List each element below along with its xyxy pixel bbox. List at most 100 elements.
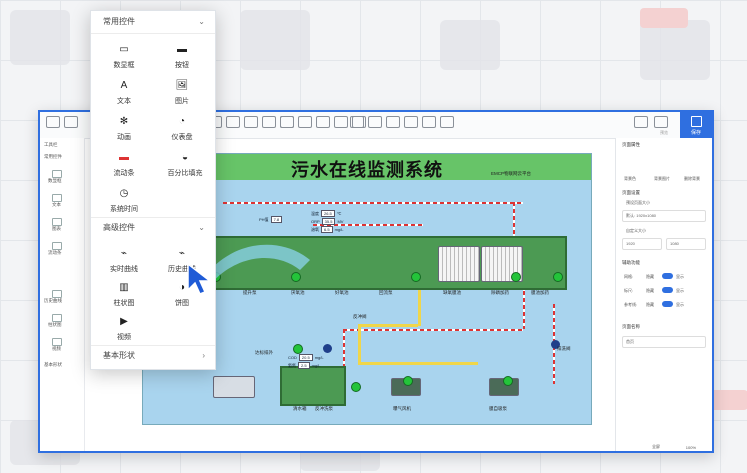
- rail-item[interactable]: 工具栏: [44, 142, 58, 148]
- tank-label: 缺氧膜池: [443, 290, 461, 295]
- size-select[interactable]: 默认: 1920x1080: [622, 210, 706, 222]
- status-indicator: [293, 344, 303, 354]
- readout-temp: 温度 26.5 ℃: [311, 210, 341, 217]
- align-top-icon[interactable]: [244, 116, 258, 128]
- align-right-icon[interactable]: [226, 116, 240, 128]
- item-display-box[interactable]: ▭ 数显框: [99, 43, 149, 70]
- history-curve-icon[interactable]: [52, 290, 62, 298]
- bg-image-button[interactable]: 背景图片: [654, 176, 670, 182]
- preset-size-radio[interactable]: 预设页面大小: [626, 200, 650, 206]
- tanker-truck[interactable]: [213, 376, 255, 398]
- rail-item[interactable]: 基本形状: [44, 362, 62, 368]
- item-realtime-curve[interactable]: ⌁ 实时曲线: [99, 247, 149, 274]
- grid-hide: 隐藏: [646, 274, 654, 279]
- guide-toggle[interactable]: [662, 301, 673, 307]
- align-middle-icon[interactable]: [262, 116, 276, 128]
- copy-icon[interactable]: [64, 116, 78, 128]
- display-box-icon[interactable]: [52, 170, 62, 178]
- ungroup-icon[interactable]: [298, 116, 312, 128]
- group-icon[interactable]: [280, 116, 294, 128]
- realtime-curve-icon: ⌁: [120, 248, 128, 259]
- readout-value: 2.5: [298, 362, 310, 369]
- item-label: 图片: [175, 98, 189, 105]
- rail-item[interactable]: 图表: [52, 226, 61, 232]
- basic-shapes-title: 基本形状: [103, 351, 135, 360]
- redo-icon[interactable]: [368, 116, 382, 128]
- properties-panel: 页面属性 背景色 背景图片 删除背景 页面设置 预设页面大小 默认: 1920x…: [615, 138, 712, 451]
- membrane-module[interactable]: [438, 246, 480, 282]
- item-percent-fill[interactable]: ◒ 百分比填充: [157, 151, 213, 178]
- readout-label: COD: [288, 355, 297, 360]
- grid-toggle[interactable]: [662, 273, 673, 279]
- clean-water-tank[interactable]: [280, 366, 346, 406]
- item-video[interactable]: ▶ 视频: [99, 315, 149, 342]
- background-tile: [240, 10, 310, 70]
- item-bar-chart[interactable]: ▥ 柱状图: [99, 281, 149, 308]
- item-image[interactable]: 🖼 图片: [157, 79, 207, 106]
- help-icon[interactable]: [440, 116, 454, 128]
- chart-icon[interactable]: [52, 218, 62, 226]
- preview-icon[interactable]: [654, 116, 668, 128]
- ruler-toggle[interactable]: [662, 287, 673, 293]
- common-controls-title: 常用控件: [103, 17, 135, 26]
- item-animation[interactable]: ✻ 动画: [99, 115, 149, 142]
- rail-item[interactable]: 历史曲线: [44, 298, 62, 304]
- basic-shapes-header[interactable]: 基本形状 ›: [91, 345, 215, 367]
- item-label: 系统时间: [110, 206, 138, 213]
- settings-icon[interactable]: [634, 116, 648, 128]
- advanced-controls-header[interactable]: 高级控件 ⌄: [91, 217, 215, 239]
- pointer-icon[interactable]: [46, 116, 60, 128]
- fullscreen-button[interactable]: 全屏: [652, 444, 660, 450]
- delete-bg-button[interactable]: 删除背景: [684, 176, 700, 182]
- rail-item[interactable]: 常用控件: [44, 154, 62, 160]
- rail-item[interactable]: 数显框: [48, 178, 62, 184]
- pipe: [523, 284, 525, 329]
- ruler-label: 标尺:: [624, 288, 634, 293]
- undo-icon[interactable]: [350, 116, 364, 128]
- height-input[interactable]: 1080: [666, 238, 706, 250]
- properties-header: 页面属性: [622, 142, 640, 147]
- send-back-icon[interactable]: [334, 116, 348, 128]
- save-button[interactable]: 保存: [680, 112, 712, 138]
- rail-item[interactable]: 柱状图: [48, 322, 62, 328]
- grid-label: 网格:: [624, 274, 634, 279]
- flow-bar-icon[interactable]: [52, 242, 62, 250]
- left-rail: 工具栏 常用控件 数显框 文本 图表 流动条 历史曲线 柱状图 视频 基本形状: [40, 138, 85, 451]
- image-icon: 🖼: [175, 80, 189, 91]
- item-gauge[interactable]: ◔ 仪表盘: [157, 115, 207, 142]
- page-name-input[interactable]: 首页: [622, 336, 706, 348]
- delete-icon[interactable]: [386, 116, 400, 128]
- background-tile: [640, 8, 688, 28]
- rail-item[interactable]: 文本: [52, 202, 61, 208]
- common-controls-header[interactable]: 常用控件 ⌄: [91, 11, 215, 33]
- canvas-subtitle: EMCP物联网云平台: [490, 171, 531, 176]
- rail-item[interactable]: 流动条: [48, 250, 62, 256]
- button-icon: ▬: [177, 44, 187, 55]
- preview-label: 预览: [660, 130, 668, 135]
- gauge-icon: ◔: [178, 116, 186, 127]
- item-flow-bar[interactable]: ▬ 流动条: [99, 151, 149, 178]
- width-input[interactable]: 1920: [622, 238, 662, 250]
- chevron-right-icon: ›: [202, 351, 205, 360]
- bg-color-button[interactable]: 背景色: [624, 176, 636, 182]
- tank-label: 好氧池: [335, 290, 349, 295]
- save-icon: [690, 116, 702, 127]
- bar-chart-icon: ▥: [119, 282, 129, 293]
- toolbar-group-history: [350, 116, 454, 128]
- video-icon[interactable]: [52, 338, 62, 346]
- custom-size-radio[interactable]: 自定义大小: [626, 228, 646, 234]
- animation-icon: ✻: [119, 116, 129, 127]
- cut-icon[interactable]: [404, 116, 418, 128]
- paste-icon[interactable]: [422, 116, 436, 128]
- bring-front-icon[interactable]: [316, 116, 330, 128]
- pipe: [418, 284, 421, 326]
- grid-show: 显示: [676, 274, 684, 279]
- rail-item[interactable]: 视频: [52, 346, 61, 352]
- item-system-time[interactable]: ◷ 系统时间: [99, 187, 149, 214]
- bar-chart-icon[interactable]: [52, 314, 62, 322]
- tank-label: 反冲洗泵: [315, 406, 333, 411]
- item-text[interactable]: A 文本: [99, 79, 149, 106]
- readout-label: PH值: [259, 217, 269, 222]
- item-button[interactable]: ▬ 按钮: [157, 43, 207, 70]
- text-icon[interactable]: [52, 194, 62, 202]
